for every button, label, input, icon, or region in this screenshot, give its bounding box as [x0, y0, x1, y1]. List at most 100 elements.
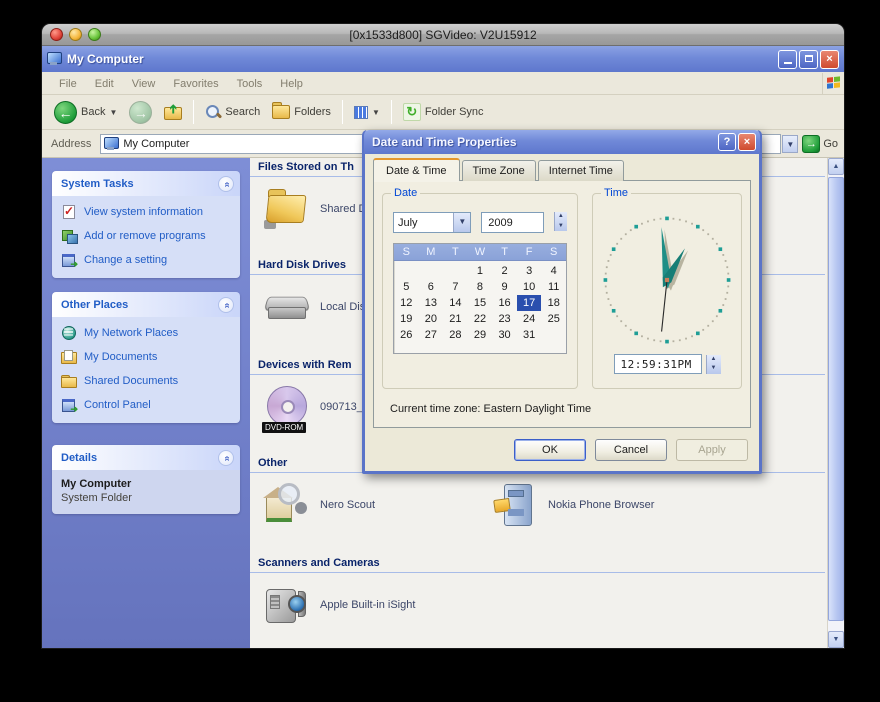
- calendar-day[interactable]: 27: [419, 327, 444, 343]
- calendar-day[interactable]: 19: [394, 311, 419, 327]
- menu-view[interactable]: View: [123, 75, 165, 93]
- xp-titlebar[interactable]: My Computer ×: [42, 46, 844, 72]
- calendar-day[interactable]: 10: [517, 279, 542, 295]
- calendar-day[interactable]: 24: [517, 311, 542, 327]
- collapse-chevron-icon[interactable]: «: [218, 176, 234, 192]
- scrollbar-thumb[interactable]: [828, 177, 844, 621]
- screen: [0x1533d800] SGVideo: V2U15912 My Comput…: [0, 0, 880, 702]
- month-dropdown[interactable]: July ▼: [393, 212, 471, 233]
- restore-button[interactable]: [799, 50, 818, 69]
- folder-sync-button[interactable]: ↻ Folder Sync: [399, 103, 488, 121]
- calendar-day[interactable]: 5: [394, 279, 419, 295]
- spin-down-icon[interactable]: ▼: [555, 222, 567, 232]
- calendar-day[interactable]: 21: [443, 311, 468, 327]
- task-link[interactable]: Change a setting: [61, 252, 234, 268]
- task-link[interactable]: Shared Documents: [61, 373, 234, 389]
- menu-tools[interactable]: Tools: [228, 75, 272, 93]
- folder-icon: [61, 373, 77, 389]
- mac-titlebar[interactable]: [0x1533d800] SGVideo: V2U15912: [42, 24, 844, 46]
- calendar-day[interactable]: 7: [443, 279, 468, 295]
- system-tasks-header[interactable]: System Tasks «: [52, 171, 240, 196]
- item-tile[interactable]: Nero Scout: [250, 473, 478, 527]
- task-link[interactable]: View system information: [61, 204, 234, 220]
- item-tile[interactable]: Apple Built-in iSight: [250, 573, 478, 627]
- search-button[interactable]: Search: [201, 104, 264, 120]
- month-dropdown-icon[interactable]: ▼: [453, 213, 470, 232]
- address-dropdown-icon[interactable]: ▼: [782, 135, 798, 153]
- calendar-day[interactable]: 23: [492, 311, 517, 327]
- vertical-scrollbar[interactable]: ▲ ▼: [827, 158, 844, 648]
- collapse-chevron-icon[interactable]: «: [218, 297, 234, 313]
- network-icon: [61, 325, 77, 341]
- mac-window-title: [0x1533d800] SGVideo: V2U15912: [42, 28, 844, 42]
- calendar-day[interactable]: 30: [492, 327, 517, 343]
- calendar-day[interactable]: 11: [541, 279, 566, 295]
- toolbar: ← Back ▼ → Search Folders: [42, 95, 844, 130]
- calendar-day[interactable]: 16: [492, 295, 517, 311]
- up-button[interactable]: [160, 105, 186, 120]
- close-button[interactable]: ×: [820, 50, 839, 69]
- calendar-day[interactable]: 26: [394, 327, 419, 343]
- collapse-chevron-icon[interactable]: «: [218, 450, 234, 466]
- minimize-button[interactable]: [778, 50, 797, 69]
- calendar-day[interactable]: 25: [541, 311, 566, 327]
- calendar-day[interactable]: 31: [517, 327, 542, 343]
- calendar-day[interactable]: 12: [394, 295, 419, 311]
- calendar[interactable]: SMTWTFS 12345678910111213141516171819202…: [393, 243, 567, 354]
- dialog-close-button[interactable]: ×: [738, 133, 756, 151]
- calendar-day[interactable]: 13: [419, 295, 444, 311]
- calendar-day[interactable]: 4: [541, 263, 566, 279]
- year-spinner-buttons[interactable]: ▲ ▼: [554, 212, 567, 231]
- tab-time-zone[interactable]: Time Zone: [462, 160, 536, 181]
- calendar-day[interactable]: 18: [541, 295, 566, 311]
- calendar-day[interactable]: 14: [443, 295, 468, 311]
- menu-file[interactable]: File: [50, 75, 86, 93]
- forward-button[interactable]: →: [125, 101, 156, 124]
- calendar-day[interactable]: 2: [492, 263, 517, 279]
- year-spinner[interactable]: 2009: [481, 212, 543, 233]
- time-field[interactable]: 12:59:31PM: [614, 354, 702, 374]
- scroll-up-icon[interactable]: ▲: [828, 158, 844, 175]
- calendar-day[interactable]: 22: [468, 311, 493, 327]
- calendar-day[interactable]: 8: [468, 279, 493, 295]
- apply-button[interactable]: Apply: [676, 439, 748, 461]
- back-button[interactable]: ← Back ▼: [50, 101, 121, 124]
- ok-button[interactable]: OK: [514, 439, 586, 461]
- menu-help[interactable]: Help: [271, 75, 312, 93]
- spin-up-icon[interactable]: ▲: [555, 212, 567, 222]
- spin-up-icon[interactable]: ▲: [707, 355, 721, 365]
- tab-date-time[interactable]: Date & Time: [373, 158, 460, 181]
- go-button[interactable]: → Go: [798, 135, 842, 153]
- menu-favorites[interactable]: Favorites: [164, 75, 227, 93]
- calendar-day[interactable]: 9: [492, 279, 517, 295]
- dialog-titlebar[interactable]: Date and Time Properties ? ×: [364, 130, 760, 154]
- details-header[interactable]: Details «: [52, 445, 240, 470]
- time-spinner-buttons[interactable]: ▲ ▼: [706, 355, 721, 374]
- task-link[interactable]: Add or remove programs: [61, 228, 234, 244]
- weekday-label: T: [443, 244, 468, 260]
- cancel-button[interactable]: Cancel: [595, 439, 667, 461]
- calendar-day[interactable]: 1: [468, 263, 493, 279]
- views-dropdown-icon[interactable]: ▼: [372, 108, 380, 117]
- help-button[interactable]: ?: [718, 133, 736, 151]
- back-dropdown-icon[interactable]: ▼: [109, 108, 117, 117]
- calendar-day[interactable]: 15: [468, 295, 493, 311]
- menu-edit[interactable]: Edit: [86, 75, 123, 93]
- task-link[interactable]: My Documents: [61, 349, 234, 365]
- task-link[interactable]: My Network Places: [61, 325, 234, 341]
- scroll-down-icon[interactable]: ▼: [828, 631, 844, 648]
- calendar-day[interactable]: 29: [468, 327, 493, 343]
- tab-internet-time[interactable]: Internet Time: [538, 160, 624, 181]
- task-link[interactable]: Control Panel: [61, 397, 234, 413]
- calendar-day[interactable]: 28: [443, 327, 468, 343]
- back-icon: ←: [54, 101, 77, 124]
- calendar-day[interactable]: 20: [419, 311, 444, 327]
- folders-button[interactable]: Folders: [268, 105, 335, 119]
- calendar-day[interactable]: 6: [419, 279, 444, 295]
- calendar-day[interactable]: 17: [517, 295, 542, 311]
- item-tile[interactable]: Nokia Phone Browser: [478, 473, 706, 527]
- spin-down-icon[interactable]: ▼: [707, 364, 721, 374]
- other-places-header[interactable]: Other Places «: [52, 292, 240, 317]
- calendar-day[interactable]: 3: [517, 263, 542, 279]
- views-button[interactable]: ▼: [350, 106, 384, 119]
